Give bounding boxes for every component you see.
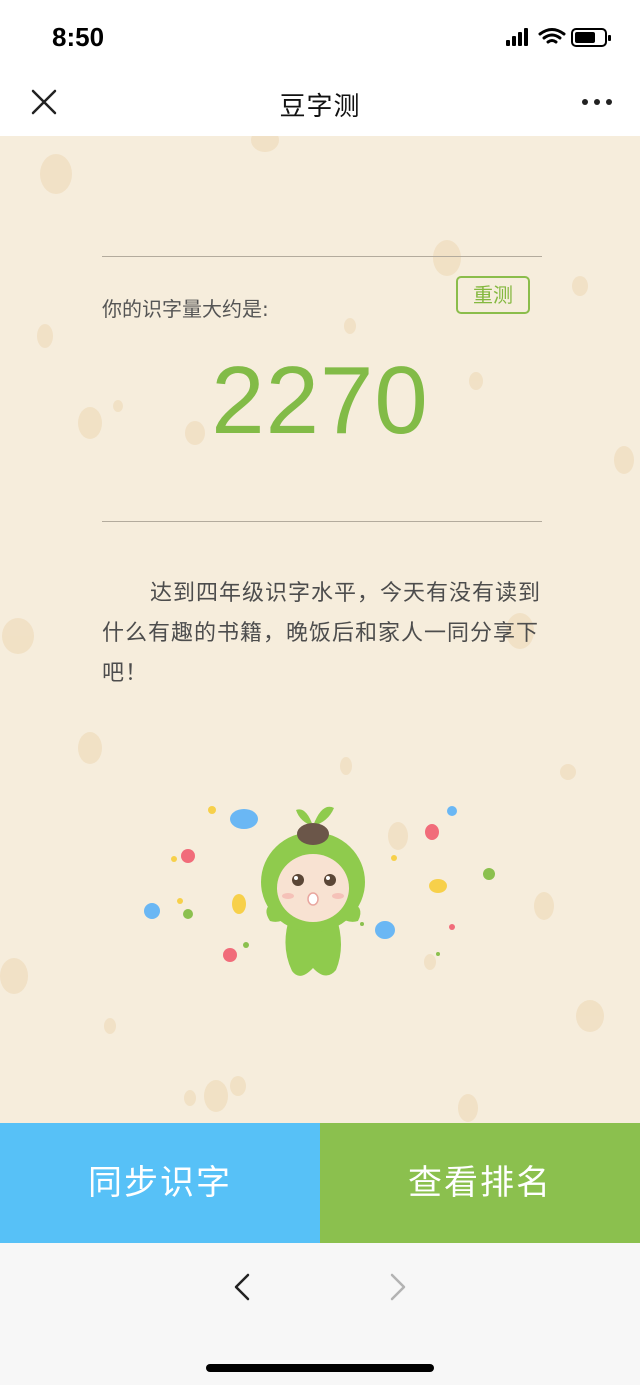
top-divider [102,256,542,257]
more-icon [582,99,612,105]
battery-icon [571,28,611,47]
forward-button[interactable] [384,1271,412,1303]
back-button[interactable] [228,1271,256,1303]
view-ranking-button[interactable]: 查看排名 [320,1123,640,1243]
nav-bar: 豆字测 [0,72,640,136]
mascot-illustration [144,806,495,976]
sync-literacy-button[interactable]: 同步识字 [0,1123,320,1243]
action-bar: 同步识字 查看排名 [0,1123,640,1243]
page-title: 豆字测 [279,92,361,122]
chevron-right-icon [390,1273,406,1301]
home-indicator [206,1364,434,1372]
result-label: 你的识字量大约是: [102,297,269,321]
browser-toolbar [0,1243,640,1385]
status-time: 8:50 [52,22,105,52]
signal-icon [506,28,528,46]
result-description: 达到四年级识字水平，今天有没有读到什么有趣的书籍，晚饭后和家人一同分享下吧！ [102,581,542,686]
retest-button[interactable]: 重测 [456,276,530,314]
result-panel: 你的识字量大约是: 重测 2270 达到四年级识字水平，今天有没有读到什么有趣的… [0,136,640,1123]
chevron-left-icon [234,1273,250,1301]
wifi-icon [538,28,566,44]
status-icons [506,26,616,50]
bottom-divider [102,521,542,522]
score-value: 2270 [211,347,429,454]
more-button[interactable] [580,92,614,112]
status-bar: 8:50 [0,0,640,72]
